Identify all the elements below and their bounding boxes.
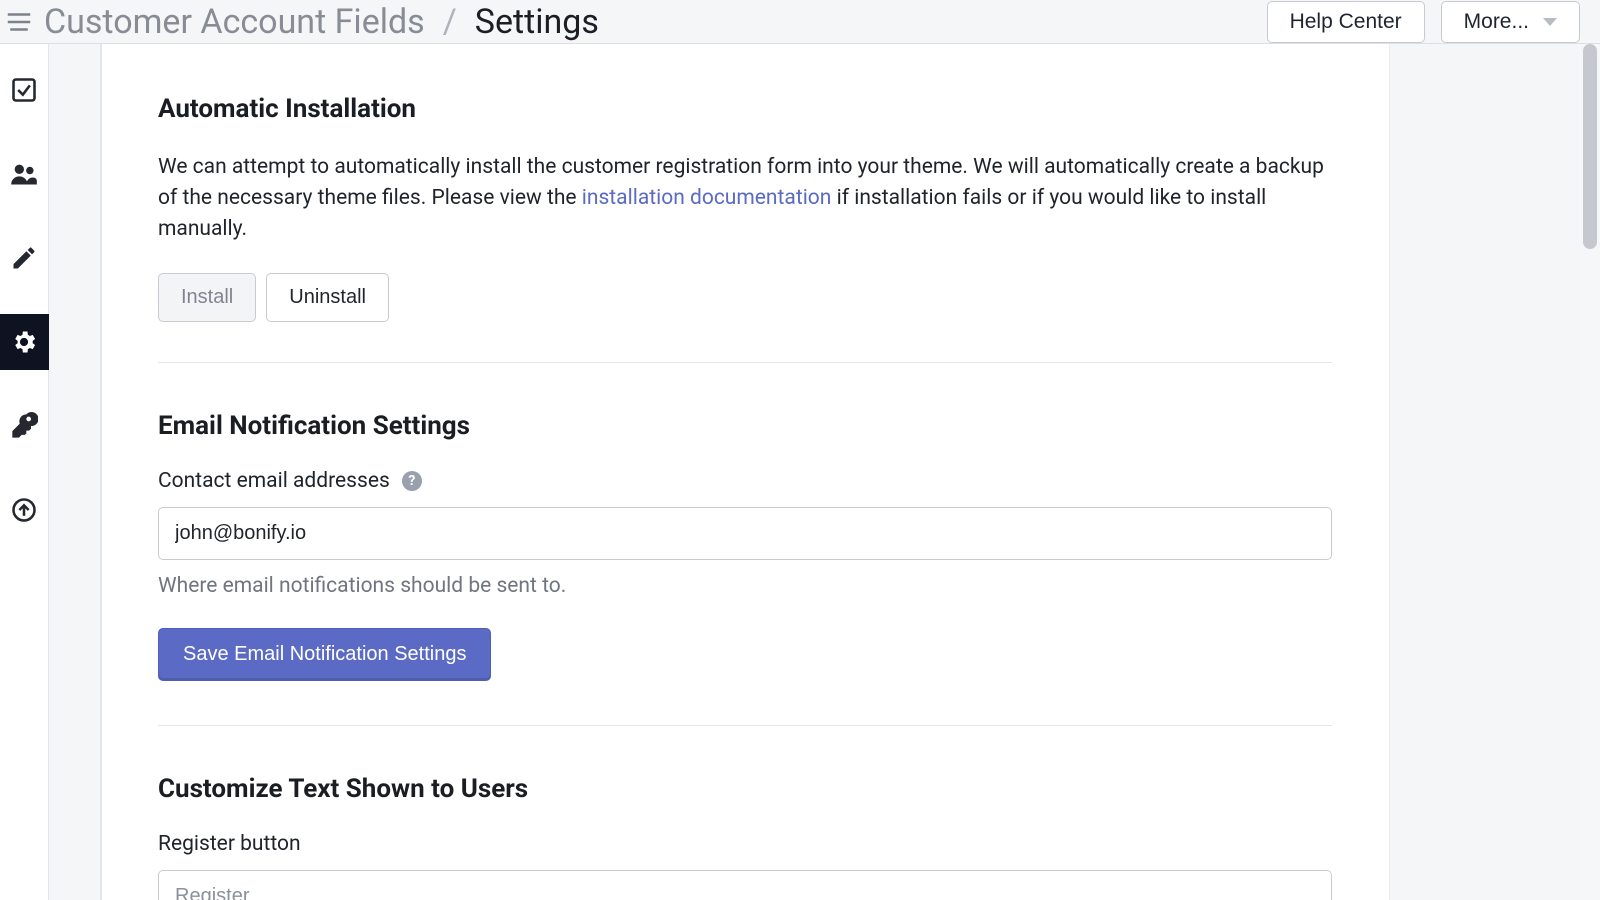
- install-button[interactable]: Install: [158, 273, 256, 322]
- layers-icon: [4, 7, 34, 37]
- section-email: Email Notification Settings Contact emai…: [101, 411, 1389, 681]
- customize-title: Customize Text Shown to Users: [158, 774, 1332, 804]
- register-button-input[interactable]: [158, 870, 1332, 900]
- header-actions: Help Center More...: [1267, 1, 1580, 43]
- scrollbar-track[interactable]: [1580, 44, 1600, 900]
- sidebar: [0, 44, 49, 900]
- page-header: Customer Account Fields / Settings Help …: [0, 0, 1600, 44]
- breadcrumb-page: Settings: [475, 2, 599, 42]
- auto-install-title: Automatic Installation: [158, 94, 1332, 124]
- section-customize: Customize Text Shown to Users Register b…: [101, 774, 1389, 900]
- sidebar-item-upload[interactable]: [0, 482, 49, 538]
- main-scroll-area[interactable]: Automatic Installation We can attempt to…: [49, 44, 1600, 900]
- breadcrumb: Customer Account Fields / Settings: [4, 2, 599, 42]
- more-button[interactable]: More...: [1441, 1, 1580, 43]
- installation-doc-link[interactable]: installation documentation: [582, 186, 832, 210]
- chevron-down-icon: [1543, 18, 1557, 26]
- breadcrumb-app[interactable]: Customer Account Fields: [44, 2, 425, 42]
- help-icon[interactable]: ?: [402, 471, 422, 491]
- settings-panel: Automatic Installation We can attempt to…: [101, 44, 1390, 900]
- section-divider: [158, 362, 1332, 363]
- sidebar-item-users[interactable]: [0, 146, 49, 202]
- sidebar-item-edit[interactable]: [0, 230, 49, 286]
- section-divider: [158, 725, 1332, 726]
- install-buttons: Install Uninstall: [158, 273, 1332, 322]
- vertical-divider: [100, 44, 102, 900]
- email-title: Email Notification Settings: [158, 411, 1332, 441]
- email-helper-text: Where email notifications should be sent…: [158, 574, 1332, 598]
- email-label-text: Contact email addresses: [158, 469, 390, 493]
- register-button-label: Register button: [158, 832, 1332, 856]
- sidebar-item-settings[interactable]: [0, 314, 49, 370]
- more-button-label: More...: [1464, 10, 1529, 34]
- auto-install-description: We can attempt to automatically install …: [158, 152, 1332, 245]
- sidebar-item-checkbox[interactable]: [0, 62, 49, 118]
- scrollbar-thumb[interactable]: [1583, 44, 1597, 249]
- sidebar-item-key[interactable]: [0, 398, 49, 454]
- section-auto-install: Automatic Installation We can attempt to…: [101, 94, 1389, 322]
- email-field-label: Contact email addresses ?: [158, 469, 1332, 493]
- save-email-button[interactable]: Save Email Notification Settings: [158, 628, 491, 681]
- contact-email-input[interactable]: [158, 507, 1332, 560]
- uninstall-button[interactable]: Uninstall: [266, 273, 389, 322]
- breadcrumb-separator: /: [443, 2, 457, 42]
- help-center-button[interactable]: Help Center: [1267, 1, 1425, 43]
